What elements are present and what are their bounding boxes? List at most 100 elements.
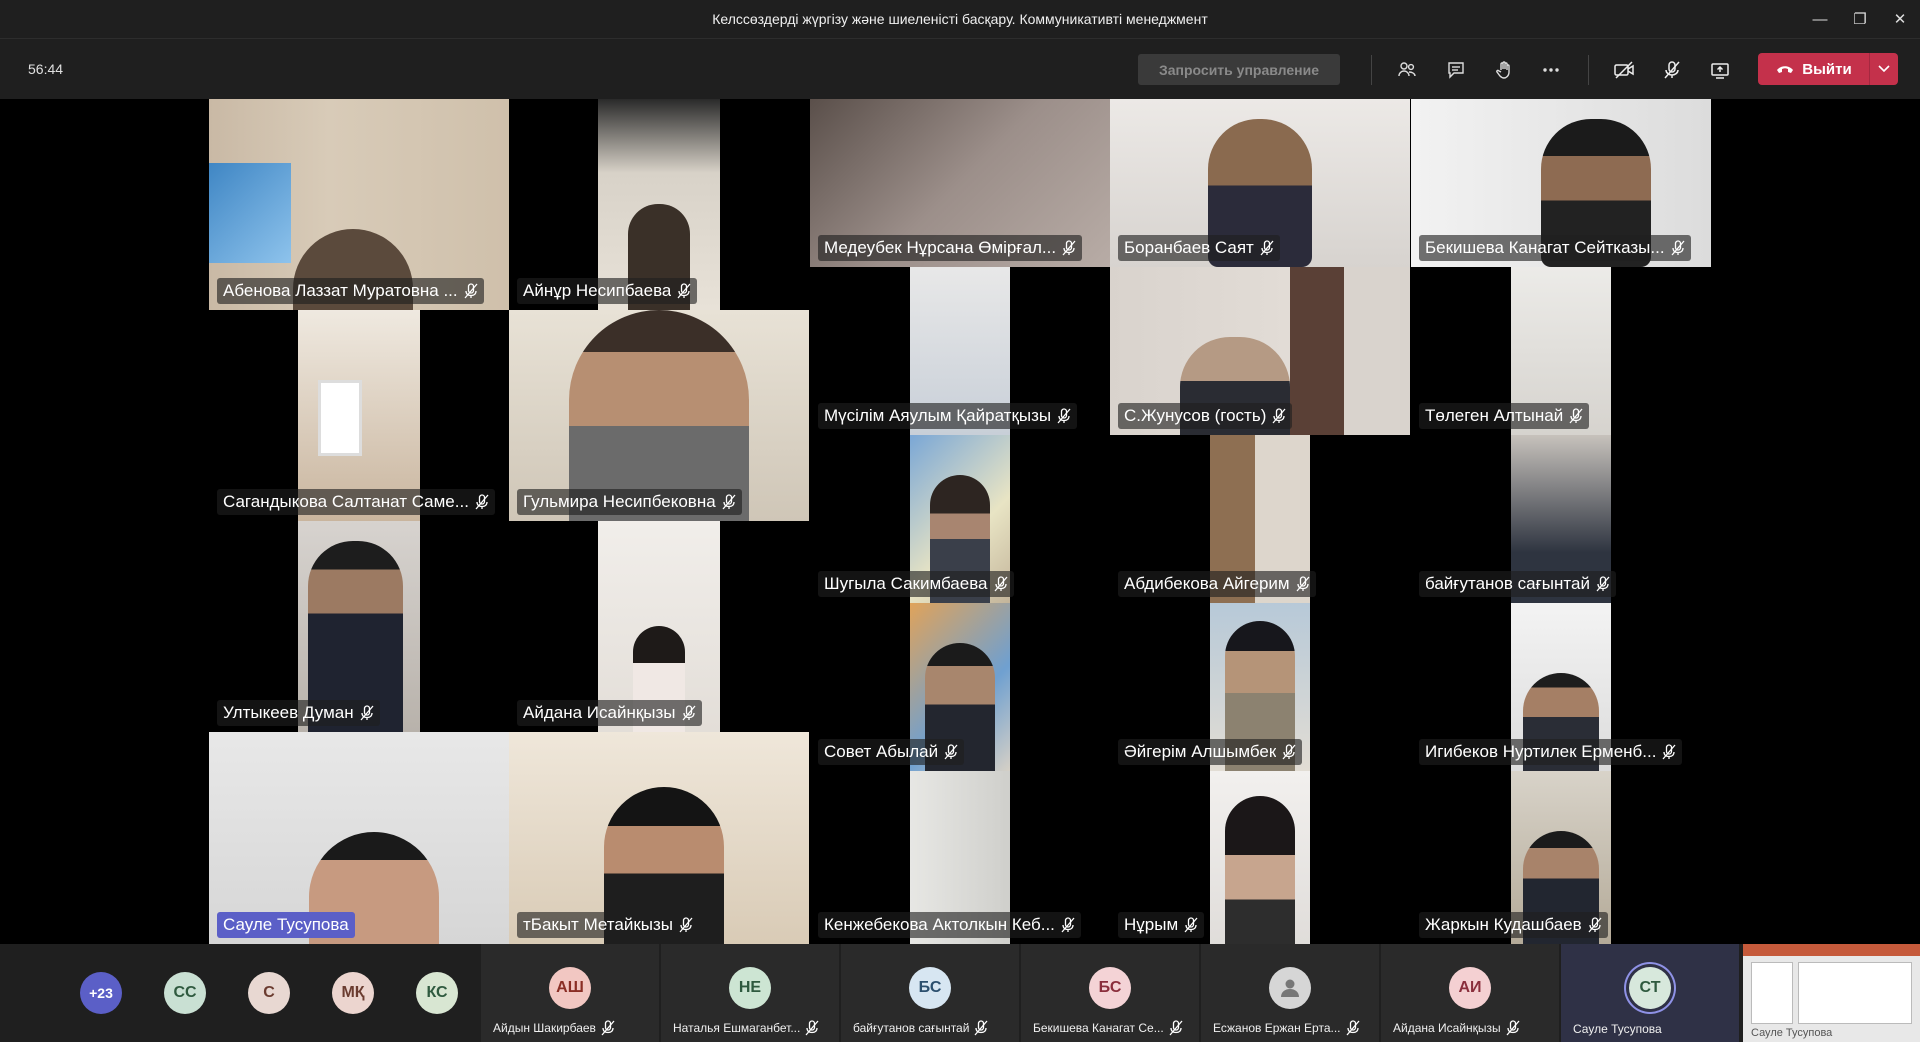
mic-off-icon bbox=[974, 1020, 988, 1036]
participant-name-tag: Абенова Лаззат Муратовна ... bbox=[217, 278, 484, 304]
toolbar-divider bbox=[1588, 55, 1589, 85]
tray-participant-name: байғутанов сағынтай bbox=[853, 1020, 988, 1036]
participant-avatar[interactable]: С bbox=[248, 972, 290, 1014]
mic-icon bbox=[1596, 576, 1610, 592]
mic-icon bbox=[1671, 240, 1685, 256]
mic-icon bbox=[1569, 408, 1583, 424]
tray-participant-tile[interactable]: АИ Айдана Исайнқызы bbox=[1381, 944, 1559, 1042]
video-tile-label-area: байғутанов сағынтай bbox=[1411, 435, 1711, 603]
camera-off-icon[interactable] bbox=[1608, 54, 1640, 86]
meeting-title: Келссөздерді жүргізу және шиеленісті бас… bbox=[712, 11, 1208, 27]
video-gallery: Абенова Лаззат Муратовна ... Айнұр Несип… bbox=[0, 99, 1920, 944]
participant-name-tag: Бекишева Канагат Сейтказы... bbox=[1419, 235, 1691, 261]
request-control-button[interactable]: Запросить управление bbox=[1138, 54, 1340, 85]
participant-tray: +23 СС С МҚ КС АШ Айдын Шакирбаев НЕ Нат… bbox=[0, 944, 1920, 1042]
background-poster bbox=[209, 163, 291, 263]
chat-icon[interactable] bbox=[1440, 54, 1472, 86]
leave-main[interactable]: Выйти bbox=[1758, 53, 1870, 85]
title-bar: Келссөздерді жүргізу және шиеленісті бас… bbox=[0, 0, 1920, 39]
participant-name-tag: тБакыт Метайкызы bbox=[517, 912, 700, 938]
video-tile[interactable]: Медеубек Нұрсана Өмірғал... bbox=[810, 99, 1110, 267]
mic-icon bbox=[464, 283, 478, 299]
raise-hand-icon[interactable] bbox=[1488, 54, 1520, 86]
participant-name-tag: Гульмира Несипбековна bbox=[517, 489, 742, 515]
video-tile[interactable]: тБакыт Метайкызы bbox=[509, 732, 809, 944]
participant-name-tag: Айдана Исайнқызы bbox=[517, 700, 702, 726]
mic-icon bbox=[1062, 240, 1076, 256]
participant-avatar[interactable]: СС bbox=[164, 972, 206, 1014]
more-options-icon[interactable] bbox=[1535, 54, 1567, 86]
tray-participant-tile-speaking[interactable]: СТ Сауле Тусупова bbox=[1561, 944, 1739, 1042]
video-tile-label-area: Игибеков Нуртилек Ерменб... bbox=[1411, 603, 1711, 771]
chevron-down-icon[interactable] bbox=[1869, 53, 1898, 85]
tray-participant-tile[interactable]: БС Бекишева Канагат Се... bbox=[1021, 944, 1199, 1042]
mic-off-icon bbox=[1506, 1020, 1520, 1036]
participant-avatar: СТ bbox=[1629, 967, 1671, 1009]
mic-off-icon bbox=[1169, 1020, 1183, 1036]
more-participants-badge[interactable]: +23 bbox=[80, 972, 122, 1014]
participant-name-tag: Совет Абылай bbox=[818, 739, 965, 765]
participant-name-tag: Төлеген Алтынай bbox=[1419, 403, 1590, 429]
participant-name-tag: Игибеков Нуртилек Ерменб... bbox=[1419, 739, 1683, 765]
shared-by-label: Сауле Тусупова bbox=[1751, 1027, 1833, 1039]
video-tile[interactable]: Гульмира Несипбековна bbox=[509, 310, 809, 521]
participant-name-tag: Медеубек Нұрсана Өмірғал... bbox=[818, 235, 1083, 261]
leave-label: Выйти bbox=[1802, 60, 1852, 78]
video-tile[interactable]: С.Жунусов (гость) bbox=[1110, 267, 1410, 435]
toolbar-divider bbox=[1371, 55, 1372, 85]
participant-name-tag: С.Жунусов (гость) bbox=[1118, 403, 1293, 429]
meeting-timer: 56:44 bbox=[28, 61, 64, 77]
video-tile-label-area: Шугыла Сакимбаева bbox=[810, 435, 1110, 603]
mic-icon bbox=[1272, 408, 1286, 424]
shared-content-preview[interactable]: Сауле Тусупова bbox=[1743, 944, 1920, 1042]
person-placeholder-icon bbox=[1269, 967, 1311, 1009]
leave-button[interactable]: Выйти bbox=[1758, 53, 1898, 85]
video-tile-label-area: Нұрым bbox=[1110, 771, 1410, 944]
participant-name-tag: Кенжебекова Актолкын Кеб... bbox=[818, 912, 1081, 938]
mic-off-icon[interactable] bbox=[1656, 54, 1688, 86]
video-tile[interactable]: Абенова Лаззат Муратовна ... bbox=[209, 99, 509, 310]
participant-avatar[interactable]: КС bbox=[416, 972, 458, 1014]
video-tile-label-area: Төлеген Алтынай bbox=[1411, 267, 1711, 435]
mic-icon bbox=[475, 494, 489, 510]
participant-avatar: НЕ bbox=[729, 967, 771, 1009]
mic-icon bbox=[679, 917, 693, 933]
video-tile[interactable]: Бекишева Канагат Сейтказы... bbox=[1411, 99, 1711, 267]
mic-icon bbox=[1061, 917, 1075, 933]
participant-name-tag: Боранбаев Саят bbox=[1118, 235, 1280, 261]
participant-name-tag: Мүсілім Аяулым Қайратқызы bbox=[818, 403, 1078, 429]
mic-icon bbox=[1296, 576, 1310, 592]
video-tile[interactable]: Сауле Тусупова bbox=[209, 732, 509, 944]
minimize-icon[interactable]: — bbox=[1800, 6, 1840, 32]
mic-icon bbox=[677, 283, 691, 299]
participants-icon[interactable] bbox=[1391, 54, 1423, 86]
share-screen-icon[interactable] bbox=[1704, 54, 1736, 86]
video-tile[interactable]: Боранбаев Саят bbox=[1110, 99, 1410, 267]
slide-thumbnail bbox=[1751, 962, 1793, 1024]
participant-name-tag: Әйгерім Алшымбек bbox=[1118, 739, 1303, 765]
tray-participant-name: Есжанов Ержан Ерта... bbox=[1213, 1020, 1360, 1036]
close-icon[interactable]: ✕ bbox=[1880, 6, 1920, 32]
participant-name-tag: Сагандыкова Салтанат Саме... bbox=[217, 489, 495, 515]
meeting-toolbar: 56:44 Запросить управление Выйти bbox=[0, 39, 1920, 99]
participant-avatar[interactable]: МҚ bbox=[332, 972, 374, 1014]
restore-icon[interactable]: ❐ bbox=[1840, 6, 1880, 32]
video-tile-label-area: Совет Абылай bbox=[810, 603, 1110, 771]
tray-participant-tile[interactable]: НЕ Наталья Ешмаганбет... bbox=[661, 944, 839, 1042]
mic-icon bbox=[1588, 917, 1602, 933]
slide-canvas bbox=[1798, 962, 1912, 1024]
mic-icon bbox=[1057, 408, 1071, 424]
mic-off-icon bbox=[1346, 1020, 1360, 1036]
tray-participant-tile[interactable]: БС байғутанов сағынтай bbox=[841, 944, 1019, 1042]
participant-name-tag: Нұрым bbox=[1118, 912, 1205, 938]
hang-up-icon bbox=[1777, 66, 1794, 73]
video-tile-label-area: Айнұр Несипбаева bbox=[509, 99, 809, 310]
mic-icon bbox=[944, 744, 958, 760]
tray-participant-tile[interactable]: Есжанов Ержан Ерта... bbox=[1201, 944, 1379, 1042]
tray-participant-name: Бекишева Канагат Се... bbox=[1033, 1020, 1183, 1036]
mic-icon bbox=[1282, 744, 1296, 760]
mic-icon bbox=[360, 705, 374, 721]
participant-avatar: АИ bbox=[1449, 967, 1491, 1009]
video-tile-label-area: Айдана Исайнқызы bbox=[509, 521, 809, 732]
tray-participant-tile[interactable]: АШ Айдын Шакирбаев bbox=[481, 944, 659, 1042]
